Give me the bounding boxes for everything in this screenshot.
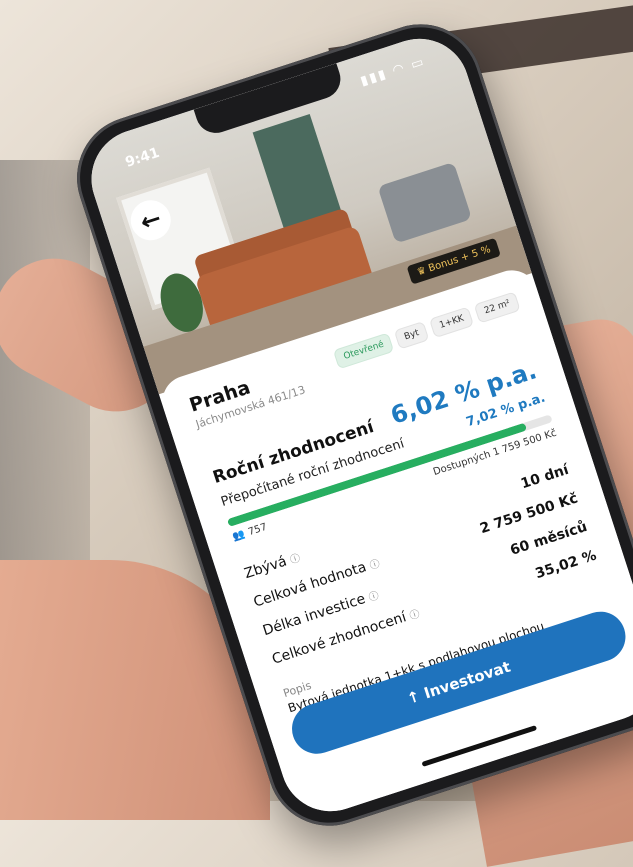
arrow-left-icon: ← <box>136 203 165 237</box>
investors-value: 757 <box>246 521 269 539</box>
info-icon[interactable]: ⓘ <box>368 590 381 604</box>
users-icon: 👥 <box>231 528 247 544</box>
info-icon[interactable]: ⓘ <box>289 553 302 567</box>
info-icon[interactable]: ⓘ <box>408 609 421 623</box>
investors-count: 👥 757 <box>231 522 268 543</box>
photo-chair <box>377 161 473 244</box>
info-icon[interactable]: ⓘ <box>369 559 382 573</box>
